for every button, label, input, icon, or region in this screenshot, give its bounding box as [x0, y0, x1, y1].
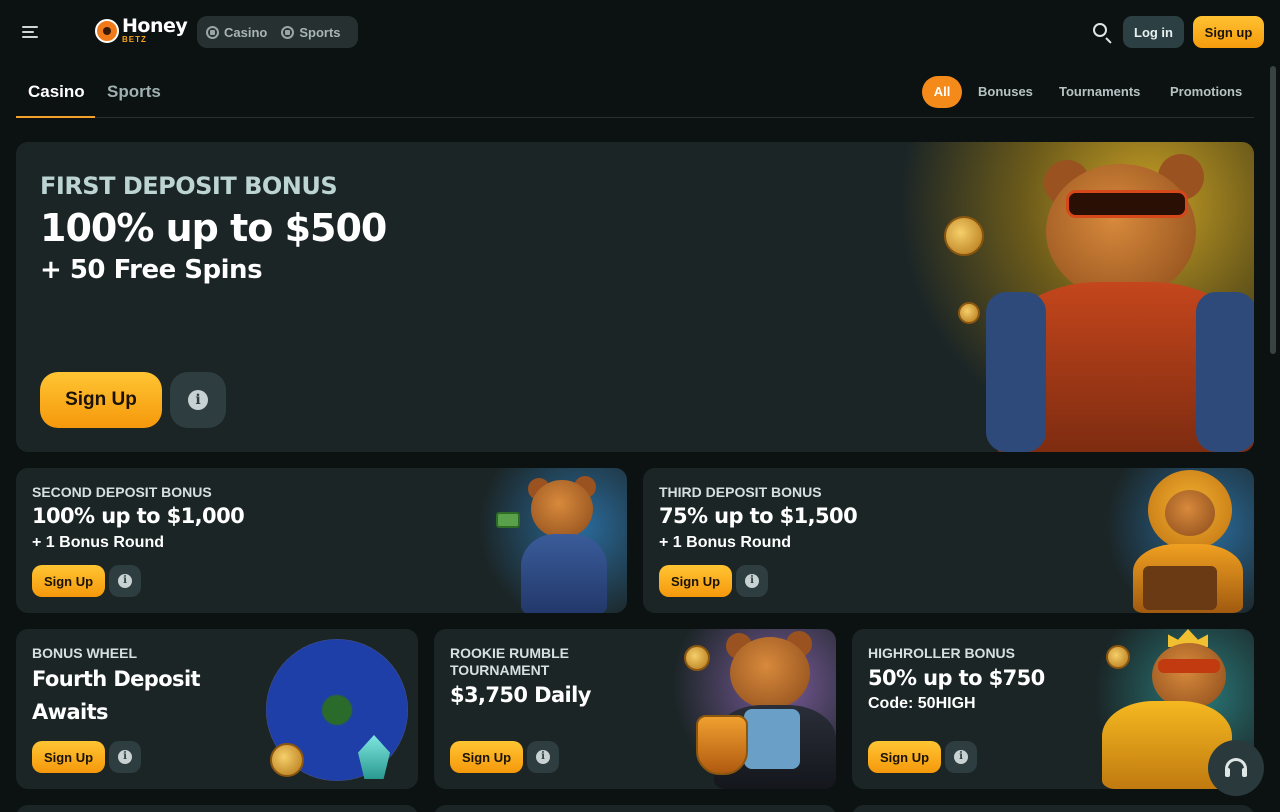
card-info-button[interactable]: [109, 741, 141, 773]
logo-subtext: BETZ: [122, 35, 147, 44]
tab-sports[interactable]: Sports: [107, 82, 161, 102]
card-kicker-line1: ROOKIE RUMBLE: [450, 645, 569, 661]
hero-kicker: FIRST DEPOSIT BONUS: [40, 172, 338, 200]
mode-casino[interactable]: Casino: [206, 25, 267, 40]
info-icon: [745, 574, 759, 588]
card-subtitle: + 1 Bonus Round: [659, 534, 791, 551]
logo-text: Honey: [122, 15, 188, 37]
promotions-subnav: Casino Sports All Bonuses Tournaments Pr…: [16, 70, 1254, 118]
bear-sunglasses-illustration: [896, 142, 1254, 452]
filter-all[interactable]: All: [922, 76, 962, 108]
bonus-wheel-card: BONUS WHEEL Fourth Deposit Awaits Sign U…: [16, 629, 418, 789]
card-signup-button[interactable]: Sign Up: [659, 565, 732, 597]
active-tab-indicator: [16, 116, 95, 118]
hero-title: 100% up to $500: [40, 206, 387, 250]
card-signup-button[interactable]: Sign Up: [868, 741, 941, 773]
hero-info-button[interactable]: [170, 372, 226, 428]
bear-trophy-illustration: [674, 629, 836, 789]
header-signup-button[interactable]: Sign up: [1193, 16, 1264, 48]
info-icon: [188, 390, 208, 410]
info-icon: [118, 750, 132, 764]
next-card-peek: [434, 805, 836, 812]
mode-sports[interactable]: Sports: [281, 24, 341, 40]
headset-support-icon: [1225, 758, 1247, 777]
next-card-peek: [852, 805, 1254, 812]
info-icon: [118, 574, 132, 588]
card-info-button[interactable]: [109, 565, 141, 597]
top-header: Honey BETZ Casino Sports Log in Sign up: [0, 0, 1280, 64]
login-button[interactable]: Log in: [1123, 16, 1184, 48]
bear-logo-icon: [95, 19, 119, 43]
card-subtitle: + 1 Bonus Round: [32, 534, 164, 551]
third-deposit-card: THIRD DEPOSIT BONUS 75% up to $1,500 + 1…: [643, 468, 1254, 613]
card-signup-button[interactable]: Sign Up: [32, 741, 105, 773]
card-info-button[interactable]: [945, 741, 977, 773]
card-info-button[interactable]: [527, 741, 559, 773]
search-icon[interactable]: [1090, 20, 1114, 44]
page-scrollbar[interactable]: [1270, 66, 1276, 354]
second-deposit-card: SECOND DEPOSIT BONUS 100% up to $1,000 +…: [16, 468, 627, 613]
card-title-line1: Fourth Deposit: [32, 667, 201, 691]
bear-overalls-illustration: [476, 468, 627, 613]
info-icon: [536, 750, 550, 764]
highroller-bonus-card: HIGHROLLER BONUS 50% up to $750 Code: 50…: [852, 629, 1254, 789]
card-kicker: SECOND DEPOSIT BONUS: [32, 484, 212, 500]
first-deposit-hero-banner: FIRST DEPOSIT BONUS 100% up to $500 + 50…: [16, 142, 1254, 452]
card-kicker-line2: TOURNAMENT: [450, 662, 550, 678]
mode-sports-label: Sports: [299, 24, 341, 40]
info-icon: [954, 750, 968, 764]
tab-casino[interactable]: Casino: [28, 82, 85, 102]
casino-chip-icon: [206, 25, 219, 39]
card-signup-button[interactable]: Sign Up: [32, 565, 105, 597]
rookie-rumble-card: ROOKIE RUMBLE TOURNAMENT $3,750 Daily Si…: [434, 629, 836, 789]
bear-treasure-chest-illustration: [1103, 468, 1254, 613]
hamburger-menu-icon[interactable]: [22, 24, 40, 40]
card-kicker: BONUS WHEEL: [32, 645, 137, 661]
card-title: 100% up to $1,000: [32, 504, 245, 528]
filter-tournaments[interactable]: Tournaments: [1059, 76, 1140, 108]
hero-signup-button[interactable]: Sign Up: [40, 372, 162, 428]
filter-bonuses[interactable]: Bonuses: [978, 76, 1033, 108]
card-kicker: HIGHROLLER BONUS: [868, 645, 1015, 661]
card-signup-button[interactable]: Sign Up: [450, 741, 523, 773]
card-kicker: THIRD DEPOSIT BONUS: [659, 484, 822, 500]
card-title: $3,750 Daily: [450, 683, 591, 707]
card-title-line2: Awaits: [32, 700, 109, 724]
hero-subtitle: + 50 Free Spins: [40, 255, 263, 285]
mode-casino-label: Casino: [224, 24, 268, 40]
sports-ball-icon: [281, 25, 295, 39]
card-info-button[interactable]: [736, 565, 768, 597]
card-title: 75% up to $1,500: [659, 504, 858, 528]
honeybetz-logo[interactable]: Honey BETZ: [95, 15, 188, 46]
next-card-peek: [16, 805, 418, 812]
card-title: 50% up to $750: [868, 666, 1045, 690]
casino-sports-switch: Casino Sports: [197, 16, 358, 48]
bonus-wheel-illustration: [266, 639, 408, 789]
support-chat-button[interactable]: [1208, 740, 1264, 796]
filter-promotions[interactable]: Promotions: [1170, 76, 1242, 108]
card-subtitle: Code: 50HIGH: [868, 695, 976, 712]
